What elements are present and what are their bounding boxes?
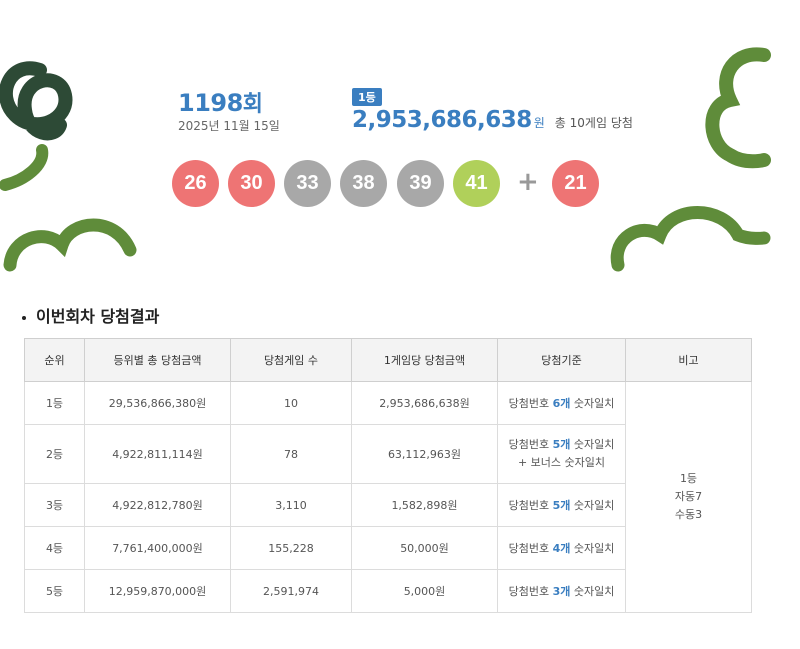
criteria-text: 당첨번호 <box>508 585 553 598</box>
criteria-text: 당첨번호 <box>508 397 553 410</box>
per-game-cell: 1,582,898원 <box>351 483 498 527</box>
number-ball: 33 <box>284 160 331 207</box>
note-cell: 1등 자동7 수동3 <box>625 381 752 613</box>
rank-cell: 1등 <box>24 381 85 425</box>
first-prize-unit: 원 <box>533 116 545 130</box>
games-cell: 3,110 <box>230 483 352 527</box>
note-line: 자동7 <box>674 490 703 503</box>
criteria-bonus: + 보너스 숫자일치 <box>517 456 606 469</box>
table-row: 1등 29,536,866,380원 10 2,953,686,638원 당첨번… <box>24 381 752 613</box>
header-total: 등위별 총 당첨금액 <box>84 338 231 382</box>
criteria-count: 6개 <box>552 397 571 410</box>
games-cell: 78 <box>230 424 352 484</box>
criteria-cell: 당첨번호 5개 숫자일치 + 보너스 숫자일치 <box>497 424 626 484</box>
rank-cell: 4등 <box>24 526 85 570</box>
number-ball: 41 <box>453 160 500 207</box>
criteria-count: 4개 <box>552 542 571 555</box>
per-game-cell: 63,112,963원 <box>351 424 498 484</box>
number-ball: 38 <box>340 160 387 207</box>
header-note: 비고 <box>625 338 752 382</box>
criteria-cell: 당첨번호 6개 숫자일치 <box>497 381 626 425</box>
criteria-text: 숫자일치 <box>570 585 615 598</box>
header-criteria: 당첨기준 <box>497 338 626 382</box>
criteria-text: 숫자일치 <box>570 397 615 410</box>
plus-icon: + <box>517 167 539 197</box>
results-table: 순위 등위별 총 당첨금액 당첨게임 수 1게임당 당첨금액 당첨기준 비고 1… <box>24 338 752 613</box>
first-rank-badge: 1등 <box>352 88 382 106</box>
header-rank: 순위 <box>24 338 85 382</box>
note-line: 1등 <box>679 472 698 485</box>
section-title: 이번회차 당첨결과 <box>22 303 159 327</box>
table-header-row: 순위 등위별 총 당첨금액 당첨게임 수 1게임당 당첨금액 당첨기준 비고 <box>24 338 752 382</box>
per-game-cell: 2,953,686,638원 <box>351 381 498 425</box>
total-cell: 7,761,400,000원 <box>84 526 231 570</box>
first-prize: 2,953,686,638 원 총 10게임 당첨 <box>352 107 633 133</box>
draw-date: 2025년 11월 15일 <box>178 119 280 133</box>
bonus-ball: 21 <box>552 160 599 207</box>
criteria-cell: 당첨번호 3개 숫자일치 <box>497 569 626 613</box>
criteria-cell: 당첨번호 5개 숫자일치 <box>497 483 626 527</box>
criteria-text: 당첨번호 <box>508 438 553 451</box>
round-number: 1198 <box>178 89 243 117</box>
header-per-game: 1게임당 당첨금액 <box>351 338 498 382</box>
total-cell: 12,959,870,000원 <box>84 569 231 613</box>
criteria-count: 3개 <box>552 585 571 598</box>
first-prize-winners: 총 10게임 당첨 <box>554 116 633 130</box>
criteria-text: 당첨번호 <box>508 542 553 555</box>
criteria-text: 당첨번호 <box>508 499 553 512</box>
games-cell: 10 <box>230 381 352 425</box>
rank-cell: 2등 <box>24 424 85 484</box>
games-cell: 155,228 <box>230 526 352 570</box>
criteria-text: 숫자일치 <box>570 499 615 512</box>
criteria-text: 숫자일치 <box>570 542 615 555</box>
total-cell: 29,536,866,380원 <box>84 381 231 425</box>
criteria-text: 숫자일치 <box>570 438 615 451</box>
round-title: 1198회 <box>178 86 263 118</box>
criteria-cell: 당첨번호 4개 숫자일치 <box>497 526 626 570</box>
total-cell: 4,922,812,780원 <box>84 483 231 527</box>
criteria-count: 5개 <box>552 499 571 512</box>
rank-cell: 3등 <box>24 483 85 527</box>
bullet-icon <box>22 315 26 320</box>
criteria-count: 5개 <box>552 438 571 451</box>
round-suffix: 회 <box>242 92 264 117</box>
per-game-cell: 5,000원 <box>351 569 498 613</box>
header-games: 당첨게임 수 <box>230 338 352 382</box>
games-cell: 2,591,974 <box>230 569 352 613</box>
decorative-background <box>0 47 771 272</box>
number-ball: 26 <box>172 160 219 207</box>
total-cell: 4,922,811,114원 <box>84 424 231 484</box>
note-line: 수동3 <box>674 508 703 521</box>
number-ball: 39 <box>397 160 444 207</box>
number-ball: 30 <box>228 160 275 207</box>
section-title-text: 이번회차 당첨결과 <box>36 307 160 326</box>
first-prize-amount: 2,953,686,638 <box>352 107 532 133</box>
per-game-cell: 50,000원 <box>351 526 498 570</box>
rank-cell: 5등 <box>24 569 85 613</box>
